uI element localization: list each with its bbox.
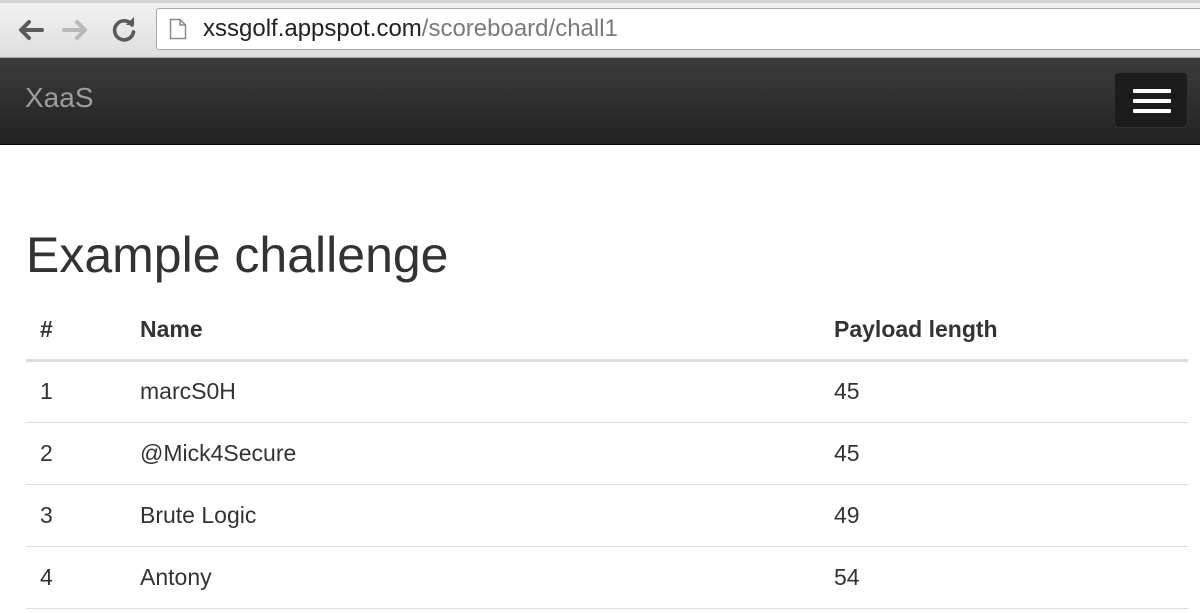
site-navbar: XaaS <box>0 58 1200 145</box>
navbar-toggle-button[interactable] <box>1114 72 1188 128</box>
table-row: 3 Brute Logic 49 <box>26 484 1188 547</box>
table-row: 4 Antony 54 <box>26 546 1188 609</box>
payload-length-cell: 54 <box>820 546 1188 609</box>
table-row: 2 @Mick4Secure 45 <box>26 422 1188 485</box>
rank-cell: 1 <box>26 360 126 423</box>
payload-length-cell: 45 <box>820 422 1188 485</box>
rank-cell: 3 <box>26 484 126 547</box>
back-arrow-icon <box>19 20 44 40</box>
name-cell: marcS0H <box>126 360 820 423</box>
rank-cell: 2 <box>26 422 126 485</box>
forward-arrow-icon <box>62 20 87 40</box>
reload-button[interactable] <box>108 14 140 46</box>
reload-icon <box>112 17 136 42</box>
rank-cell: 4 <box>26 546 126 609</box>
navbar-brand[interactable]: XaaS <box>25 82 94 114</box>
back-button[interactable] <box>14 14 46 46</box>
hamburger-menu-icon <box>1133 99 1171 103</box>
table-row: 1 marcS0H 45 <box>26 360 1188 423</box>
forward-button[interactable] <box>60 14 92 46</box>
url-text: xssgolf.appspot.com/scoreboard/chall1 <box>203 15 618 43</box>
column-header-payload-length: Payload length <box>820 300 1188 362</box>
page-icon <box>169 18 187 40</box>
hamburger-menu-icon <box>1133 109 1171 113</box>
name-cell: @Mick4Secure <box>126 422 820 485</box>
payload-length-cell: 45 <box>820 360 1188 423</box>
tab-strip-edge <box>0 0 1200 3</box>
column-header-rank: # <box>26 300 126 362</box>
table-header-row: # Name Payload length <box>26 300 1188 362</box>
url-host: xssgolf.appspot.com <box>203 15 422 42</box>
browser-toolbar: xssgolf.appspot.com/scoreboard/chall1 <box>0 0 1200 58</box>
page-title: Example challenge <box>26 227 449 283</box>
scoreboard-table: # Name Payload length 1 marcS0H 45 2 @Mi… <box>26 300 1188 609</box>
url-path: /scoreboard/chall1 <box>421 15 618 42</box>
payload-length-cell: 49 <box>820 484 1188 547</box>
address-bar[interactable]: xssgolf.appspot.com/scoreboard/chall1 <box>156 8 1200 50</box>
column-header-name: Name <box>126 300 820 362</box>
name-cell: Brute Logic <box>126 484 820 547</box>
name-cell: Antony <box>126 546 820 609</box>
hamburger-menu-icon <box>1133 89 1171 93</box>
